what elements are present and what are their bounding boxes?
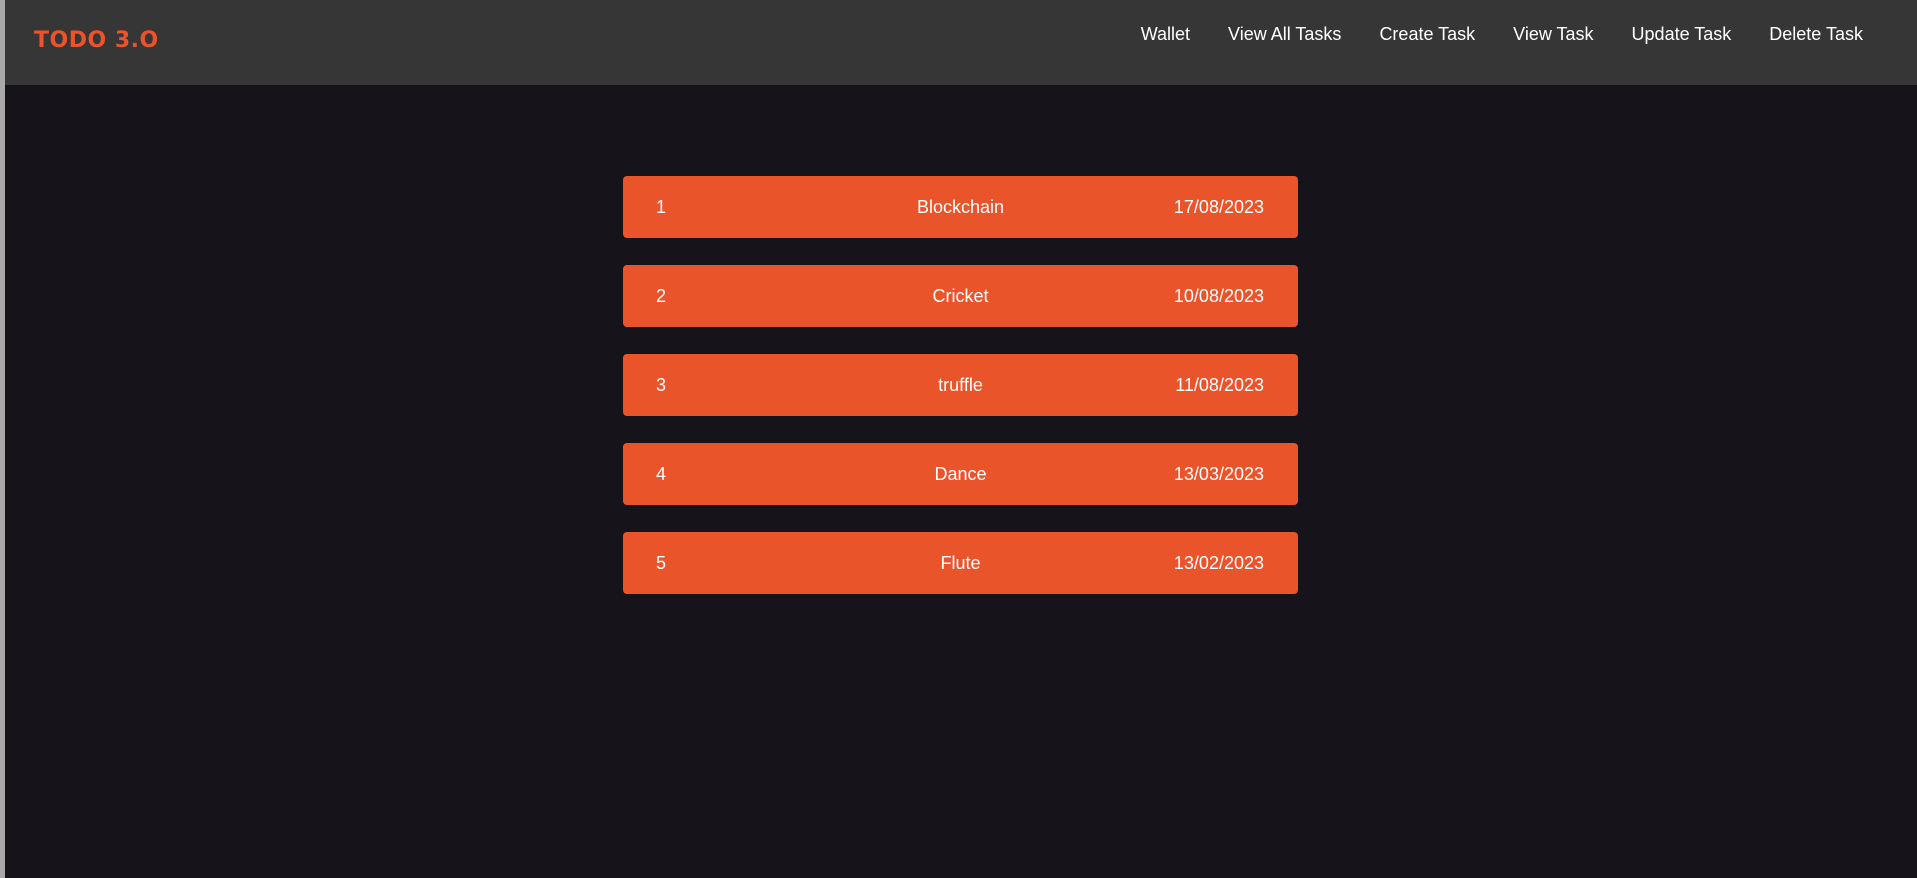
nav-wallet-link[interactable]: Wallet [1141, 22, 1190, 46]
task-id: 2 [656, 286, 667, 306]
task-date: 13/03/2023 [1173, 464, 1264, 484]
nav-view-all-tasks-link[interactable]: View All Tasks [1228, 22, 1341, 46]
task-row[interactable]: 1 Blockchain 17/08/2023 [623, 176, 1298, 238]
nav-update-task-link[interactable]: Update Task [1632, 22, 1732, 46]
nav-create-task-link[interactable]: Create Task [1379, 22, 1475, 46]
task-id: 1 [656, 197, 667, 217]
app-window: TODO 3.O Wallet View All Tasks Create Ta… [5, 0, 1917, 878]
task-list: 1 Blockchain 17/08/2023 2 Cricket 10/08/… [623, 176, 1298, 621]
task-id: 5 [656, 553, 667, 573]
task-date: 13/02/2023 [1173, 553, 1264, 573]
task-id: 4 [656, 464, 667, 484]
task-row[interactable]: 2 Cricket 10/08/2023 [623, 265, 1298, 327]
nav-menu: Wallet View All Tasks Create Task View T… [1141, 22, 1863, 46]
task-date: 10/08/2023 [1173, 286, 1264, 306]
task-date: 17/08/2023 [1173, 197, 1264, 217]
navbar: TODO 3.O Wallet View All Tasks Create Ta… [5, 0, 1917, 85]
nav-view-task-link[interactable]: View Task [1513, 22, 1593, 46]
task-date: 11/08/2023 [1175, 375, 1264, 395]
task-row[interactable]: 3 truffle 11/08/2023 [623, 354, 1298, 416]
task-row[interactable]: 4 Dance 13/03/2023 [623, 443, 1298, 505]
task-id: 3 [656, 375, 667, 395]
task-row[interactable]: 5 Flute 13/02/2023 [623, 532, 1298, 594]
brand-logo[interactable]: TODO 3.O [34, 27, 159, 55]
nav-delete-task-link[interactable]: Delete Task [1769, 22, 1863, 46]
